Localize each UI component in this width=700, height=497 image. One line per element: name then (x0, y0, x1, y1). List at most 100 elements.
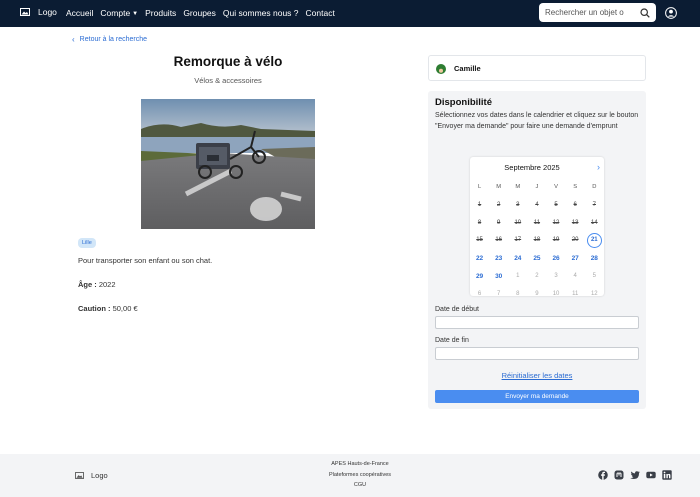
avatar (436, 64, 446, 74)
footer: Logo APES Hauts-de-France Plateformes co… (0, 454, 700, 497)
item-caution: Caution : 50,00 € (78, 304, 138, 313)
calendar-day: 18 (533, 237, 541, 244)
mastodon-icon[interactable] (614, 470, 624, 480)
weekday-header: V (554, 184, 558, 190)
location-badge: Lille (78, 238, 96, 248)
calendar-day[interactable]: 28 (585, 250, 604, 268)
calendar-day: 3 (554, 272, 558, 279)
footer-link-apes[interactable]: APES Hauts-de-France (300, 459, 420, 470)
age-label: Âge : (78, 280, 97, 289)
nav-link-about[interactable]: Qui sommes nous ? (223, 8, 299, 18)
owner-name: Camille (454, 64, 481, 73)
weekday-header: L (477, 184, 482, 190)
search-placeholder: Rechercher un objet o (545, 8, 624, 17)
image-icon (75, 472, 84, 479)
youtube-icon[interactable] (646, 470, 656, 480)
owner-card[interactable]: Camille (428, 55, 646, 81)
top-navbar: Logo Accueil Compte ▼ Produits Groupes Qu… (0, 0, 700, 27)
calendar-day: 6 (573, 201, 577, 208)
calendar-day[interactable]: 24 (508, 250, 527, 268)
start-date-label: Date de début (435, 306, 479, 313)
calendar-day: 13 (571, 219, 579, 226)
calendar-day: 3 (516, 201, 520, 208)
age-value: 2022 (98, 280, 116, 289)
calendar-day: 12 (552, 219, 560, 226)
footer-link-cgu[interactable]: CGU (300, 480, 420, 491)
reset-dates-link[interactable]: Réinitialiser les dates (428, 371, 646, 380)
calendar-day[interactable]: 26 (547, 250, 566, 268)
linkedin-icon[interactable] (662, 470, 672, 480)
calendar-day[interactable]: 23 (489, 250, 508, 268)
page-title: Remorque à vélo (173, 54, 283, 69)
calendar-day: 11 (572, 290, 579, 297)
image-icon (20, 8, 30, 16)
send-request-button[interactable]: Envoyer ma demande (435, 390, 639, 403)
calendar-grid: L M M J V S D 1 2 3 4 5 6 7 8 9 10 11 12 13 14 15 16 17 18 19 20 21… (470, 179, 604, 304)
calendar-day[interactable]: 22 (470, 250, 489, 268)
item-photo (141, 99, 315, 229)
calendar-day: 2 (535, 272, 539, 279)
facebook-icon[interactable] (598, 470, 608, 480)
nav-link-compte[interactable]: Compte ▼ (100, 8, 138, 18)
calendar-day[interactable]: 27 (566, 250, 585, 268)
calendar-day[interactable]: 30 (489, 268, 508, 286)
calendar-day: 1 (477, 201, 482, 208)
item-age: Âge : 2022 (78, 280, 116, 289)
calendar: Septembre 2025 › L M M J V S D 1 2 3 4 5 6 7 8 9 10 11 12 1… (470, 157, 604, 297)
calendar-day: 4 (535, 201, 539, 208)
calendar-day: 1 (516, 272, 520, 279)
chevron-right-icon[interactable]: › (597, 162, 600, 172)
item-category: Vélos & accessoires (194, 76, 262, 85)
calendar-day: 9 (497, 219, 501, 226)
nav-link-produits[interactable]: Produits (145, 8, 176, 18)
back-to-search-link[interactable]: ‹ Retour à la recherche (72, 35, 147, 44)
calendar-day: 9 (535, 290, 539, 297)
brand-logo-text: Logo (38, 7, 57, 17)
user-account-icon[interactable] (665, 7, 677, 19)
nav-link-contact[interactable]: Contact (306, 8, 335, 18)
calendar-day[interactable]: 21 (585, 232, 604, 250)
end-date-label: Date de fin (435, 337, 469, 344)
search-input[interactable]: Rechercher un objet o (539, 3, 656, 22)
calendar-day[interactable]: 25 (527, 250, 546, 268)
nav-link-groupes[interactable]: Groupes (183, 8, 216, 18)
weekday-header: M (515, 184, 521, 190)
calendar-day: 17 (514, 237, 522, 244)
calendar-day: 7 (592, 201, 596, 208)
back-link-label: Retour à la recherche (79, 36, 147, 43)
weekday-header: D (592, 184, 597, 190)
calendar-day: 10 (552, 290, 560, 297)
bike-trailer-photo (141, 99, 315, 229)
end-date-field[interactable] (435, 347, 639, 360)
calendar-day[interactable]: 29 (470, 268, 489, 286)
calendar-day: 5 (554, 201, 558, 208)
calendar-day: 20 (571, 237, 579, 244)
weekday-header: J (535, 184, 539, 190)
calendar-day: 4 (573, 272, 577, 279)
brand[interactable]: Logo (20, 7, 57, 17)
start-date-field[interactable] (435, 316, 639, 329)
weekday-header: S (573, 184, 578, 190)
nav-link-accueil[interactable]: Accueil (66, 8, 93, 18)
caution-label: Caution : (78, 304, 111, 313)
calendar-day: 12 (590, 290, 598, 297)
calendar-day: 7 (497, 290, 501, 297)
calendar-day-label: 21 (586, 233, 602, 249)
caret-down-icon: ▼ (132, 11, 139, 17)
calendar-day: 15 (476, 237, 483, 244)
item-description: Pour transporter son enfant ou son chat. (78, 256, 213, 265)
calendar-day: 11 (533, 219, 541, 226)
chevron-left-icon: ‹ (72, 35, 75, 44)
calendar-day: 16 (495, 237, 503, 244)
availability-instructions: Sélectionnez vos dates dans le calendrie… (435, 112, 639, 130)
search-icon[interactable] (640, 8, 650, 18)
calendar-day: 14 (590, 219, 598, 226)
calendar-day: 6 (477, 290, 482, 297)
twitter-icon[interactable] (630, 470, 640, 480)
nav-link-compte-label: Compte (100, 8, 131, 18)
calendar-day: 8 (477, 219, 482, 226)
footer-brand[interactable]: Logo (75, 471, 108, 480)
calendar-day: 8 (516, 290, 520, 297)
availability-panel: Disponibilité Sélectionnez vos dates dan… (428, 91, 646, 409)
footer-link-plateformes[interactable]: Plateformes coopératives (300, 470, 420, 481)
